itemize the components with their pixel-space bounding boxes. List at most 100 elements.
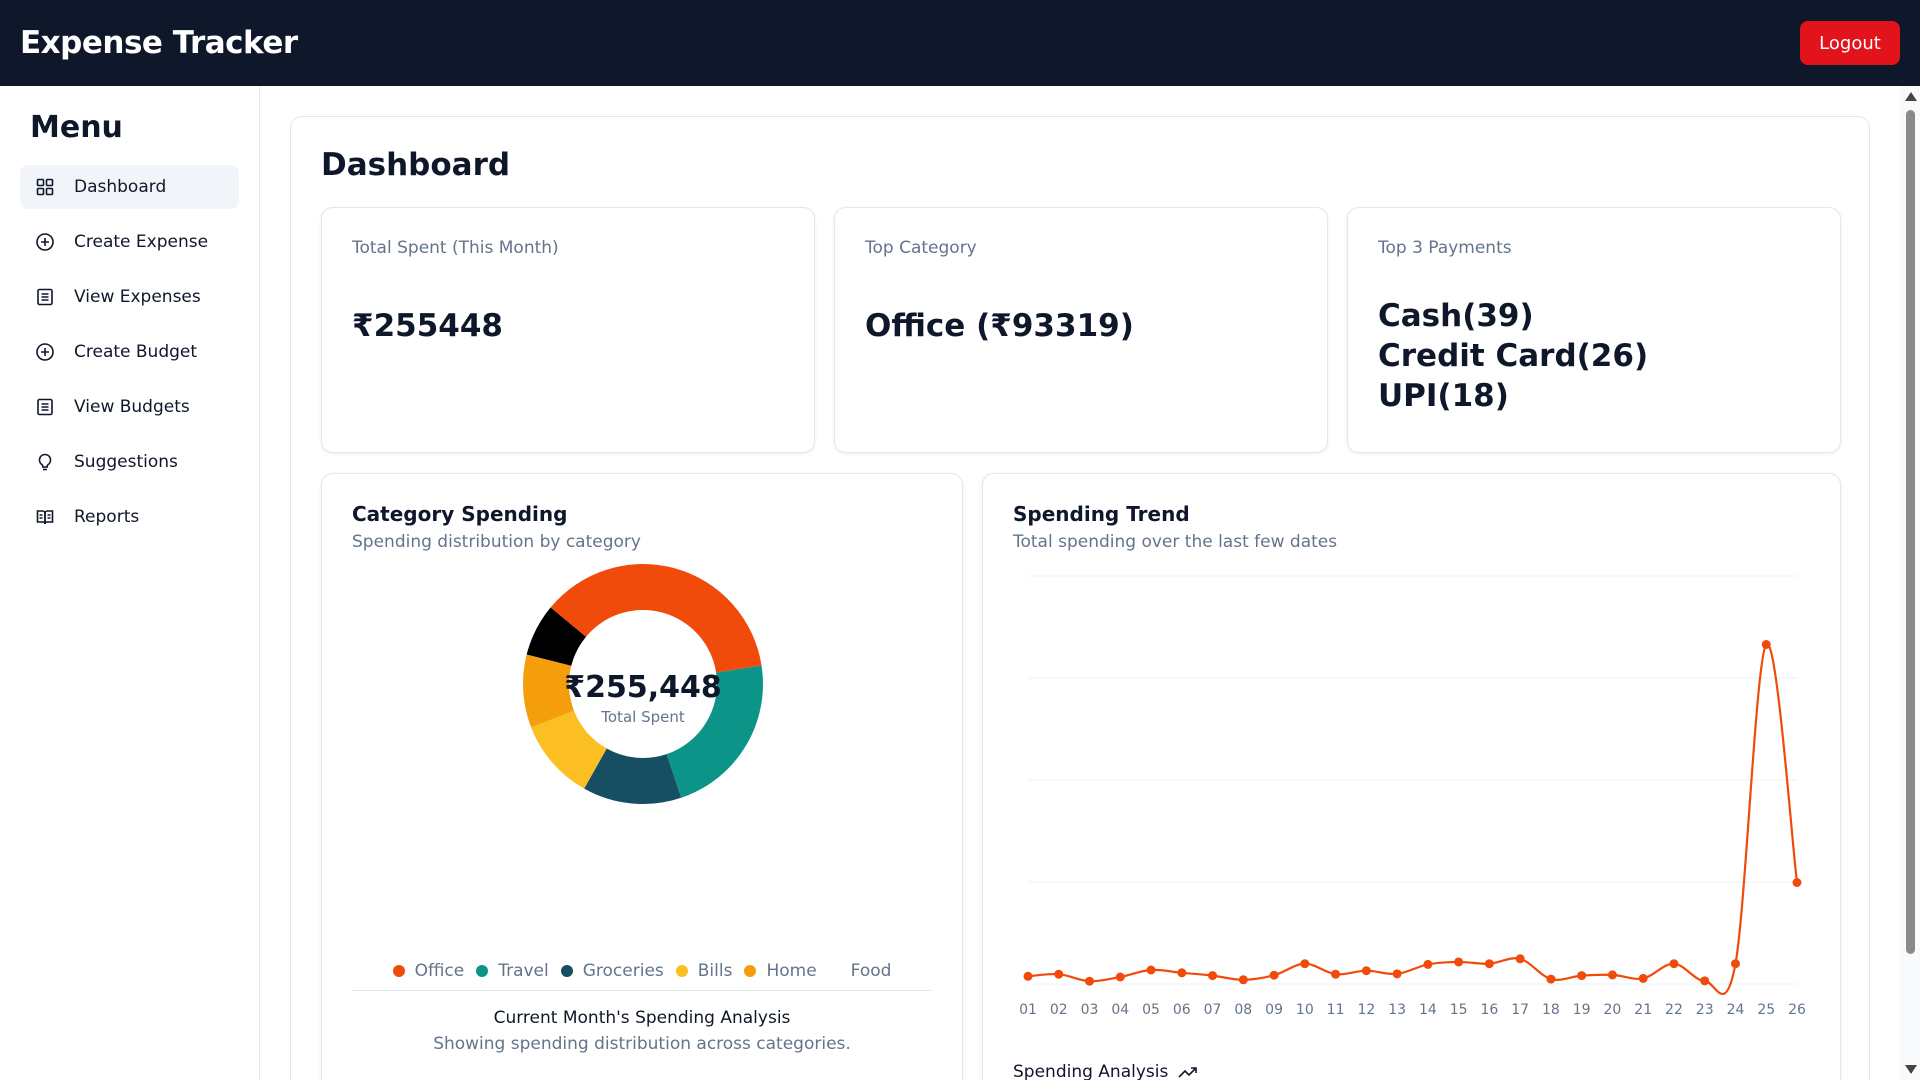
category-card-title: Category Spending [352, 502, 568, 526]
sidebar-item-suggestions[interactable]: Suggestions [20, 440, 239, 484]
sidebar-item-view-budgets[interactable]: View Budgets [20, 385, 239, 429]
top-category-value: Office (₹93319) [865, 308, 1134, 344]
trend-point[interactable] [1577, 971, 1587, 981]
trend-point[interactable] [1730, 959, 1740, 969]
trend-point[interactable] [1515, 954, 1525, 964]
payment-item: Credit Card(26) [1378, 338, 1649, 374]
divider [352, 990, 932, 991]
trend-point[interactable] [1761, 640, 1771, 649]
x-tick-label: 05 [1142, 1002, 1160, 1018]
x-tick-label: 14 [1419, 1002, 1437, 1018]
book-icon [34, 506, 56, 528]
x-tick-label: 17 [1511, 1002, 1529, 1018]
x-tick-label: 07 [1204, 1002, 1222, 1018]
legend-item-home[interactable]: Home [744, 961, 817, 981]
list-icon [34, 396, 56, 418]
legend-label: Bills [697, 961, 733, 981]
trend-point[interactable] [1177, 968, 1187, 978]
plus-circle-icon [34, 341, 56, 363]
sidebar-item-label: Create Budget [74, 342, 198, 362]
sidebar-item-create-expense[interactable]: Create Expense [20, 220, 239, 264]
trend-point[interactable] [1700, 976, 1710, 986]
legend-dot [476, 965, 489, 977]
payment-item: UPI(18) [1378, 378, 1509, 414]
legend-label: Food [850, 961, 892, 981]
trend-point[interactable] [1238, 975, 1248, 985]
donut-chart: ₹255,448 Total Spent [523, 564, 763, 804]
x-tick-label: 12 [1357, 1002, 1375, 1018]
x-tick-label: 21 [1634, 1002, 1652, 1018]
plus-circle-icon [34, 231, 56, 253]
top-payments-label: Top 3 Payments [1378, 238, 1512, 258]
trend-series-line [1027, 643, 1799, 995]
x-tick-label: 15 [1450, 1002, 1468, 1018]
sidebar-item-label: View Expenses [74, 287, 201, 307]
x-tick-label: 16 [1480, 1002, 1498, 1018]
x-tick-label: 19 [1573, 1002, 1591, 1018]
x-tick-label: 24 [1727, 1002, 1745, 1018]
donut-center-value: ₹255,448 [564, 670, 722, 705]
legend-label: Office [414, 961, 465, 981]
trend-point[interactable] [1085, 976, 1095, 986]
logout-button[interactable]: Logout [1800, 21, 1900, 65]
sidebar-item-reports[interactable]: Reports [20, 495, 239, 539]
payments-list: Cash(39) Credit Card(26) UPI(18) [1378, 296, 1648, 416]
trend-point[interactable] [1208, 971, 1218, 981]
legend-item-food[interactable]: Food [829, 961, 892, 981]
legend-label: Home [766, 961, 817, 981]
donut-slice-office[interactable] [550, 564, 762, 673]
scrollbar-thumb[interactable] [1906, 110, 1915, 954]
legend-label: Travel [498, 961, 549, 981]
legend-item-groceries[interactable]: Groceries [560, 961, 664, 981]
legend-dot [744, 965, 757, 977]
x-tick-label: 26 [1788, 1002, 1806, 1018]
trend-point[interactable] [1423, 959, 1433, 969]
sidebar-item-label: Create Expense [74, 232, 209, 252]
trend-point[interactable] [1023, 971, 1033, 981]
legend-item-bills[interactable]: Bills [675, 961, 733, 981]
dashboard-panel: Dashboard Total Spent (This Month) ₹2554… [290, 116, 1870, 1080]
total-spent-label: Total Spent (This Month) [352, 238, 559, 258]
trend-point[interactable] [1607, 970, 1617, 980]
sidebar-item-label: View Budgets [74, 397, 190, 417]
trend-point[interactable] [1331, 969, 1341, 979]
lightbulb-icon [34, 451, 56, 473]
trend-point[interactable] [1669, 959, 1679, 969]
x-tick-label: 18 [1542, 1002, 1560, 1018]
x-tick-label: 11 [1327, 1002, 1345, 1018]
x-tick-label: 23 [1696, 1002, 1714, 1018]
trend-point[interactable] [1484, 959, 1494, 969]
trend-point[interactable] [1269, 970, 1279, 980]
trend-point[interactable] [1300, 959, 1310, 969]
legend-item-office[interactable]: Office [392, 961, 465, 981]
trend-point[interactable] [1546, 974, 1556, 984]
scroll-down-arrow-icon[interactable] [1905, 1065, 1917, 1074]
trend-point[interactable] [1146, 965, 1156, 975]
x-tick-label: 08 [1234, 1002, 1252, 1018]
sidebar-item-create-budget[interactable]: Create Budget [20, 330, 239, 374]
sidebar-item-dashboard[interactable]: Dashboard [20, 165, 239, 209]
legend-item-travel[interactable]: Travel [476, 961, 549, 981]
total-spent-value: ₹255448 [352, 308, 503, 344]
legend-dot [829, 965, 841, 977]
trend-point[interactable] [1638, 973, 1648, 983]
trend-footer: Spending Analysis [1013, 1062, 1198, 1080]
trend-point[interactable] [1454, 957, 1464, 967]
legend-dot [675, 965, 688, 977]
app-title: Expense Tracker [20, 25, 298, 61]
scrollbar[interactable] [1900, 86, 1920, 1080]
trend-point[interactable] [1054, 969, 1064, 979]
trend-point[interactable] [1115, 972, 1125, 982]
trend-point[interactable] [1792, 878, 1802, 887]
grid-icon [34, 176, 56, 198]
analysis-title: Current Month's Spending Analysis [493, 1008, 791, 1028]
sidebar-item-view-expenses[interactable]: View Expenses [20, 275, 239, 319]
donut-center-label: Total Spent [600, 708, 685, 726]
trend-point[interactable] [1392, 969, 1402, 979]
scroll-up-arrow-icon[interactable] [1905, 92, 1917, 101]
trend-point[interactable] [1361, 966, 1371, 976]
legend-label: Groceries [582, 961, 664, 981]
sidebar-item-label: Reports [74, 507, 140, 527]
x-tick-label: 03 [1081, 1002, 1099, 1018]
list-icon [34, 286, 56, 308]
